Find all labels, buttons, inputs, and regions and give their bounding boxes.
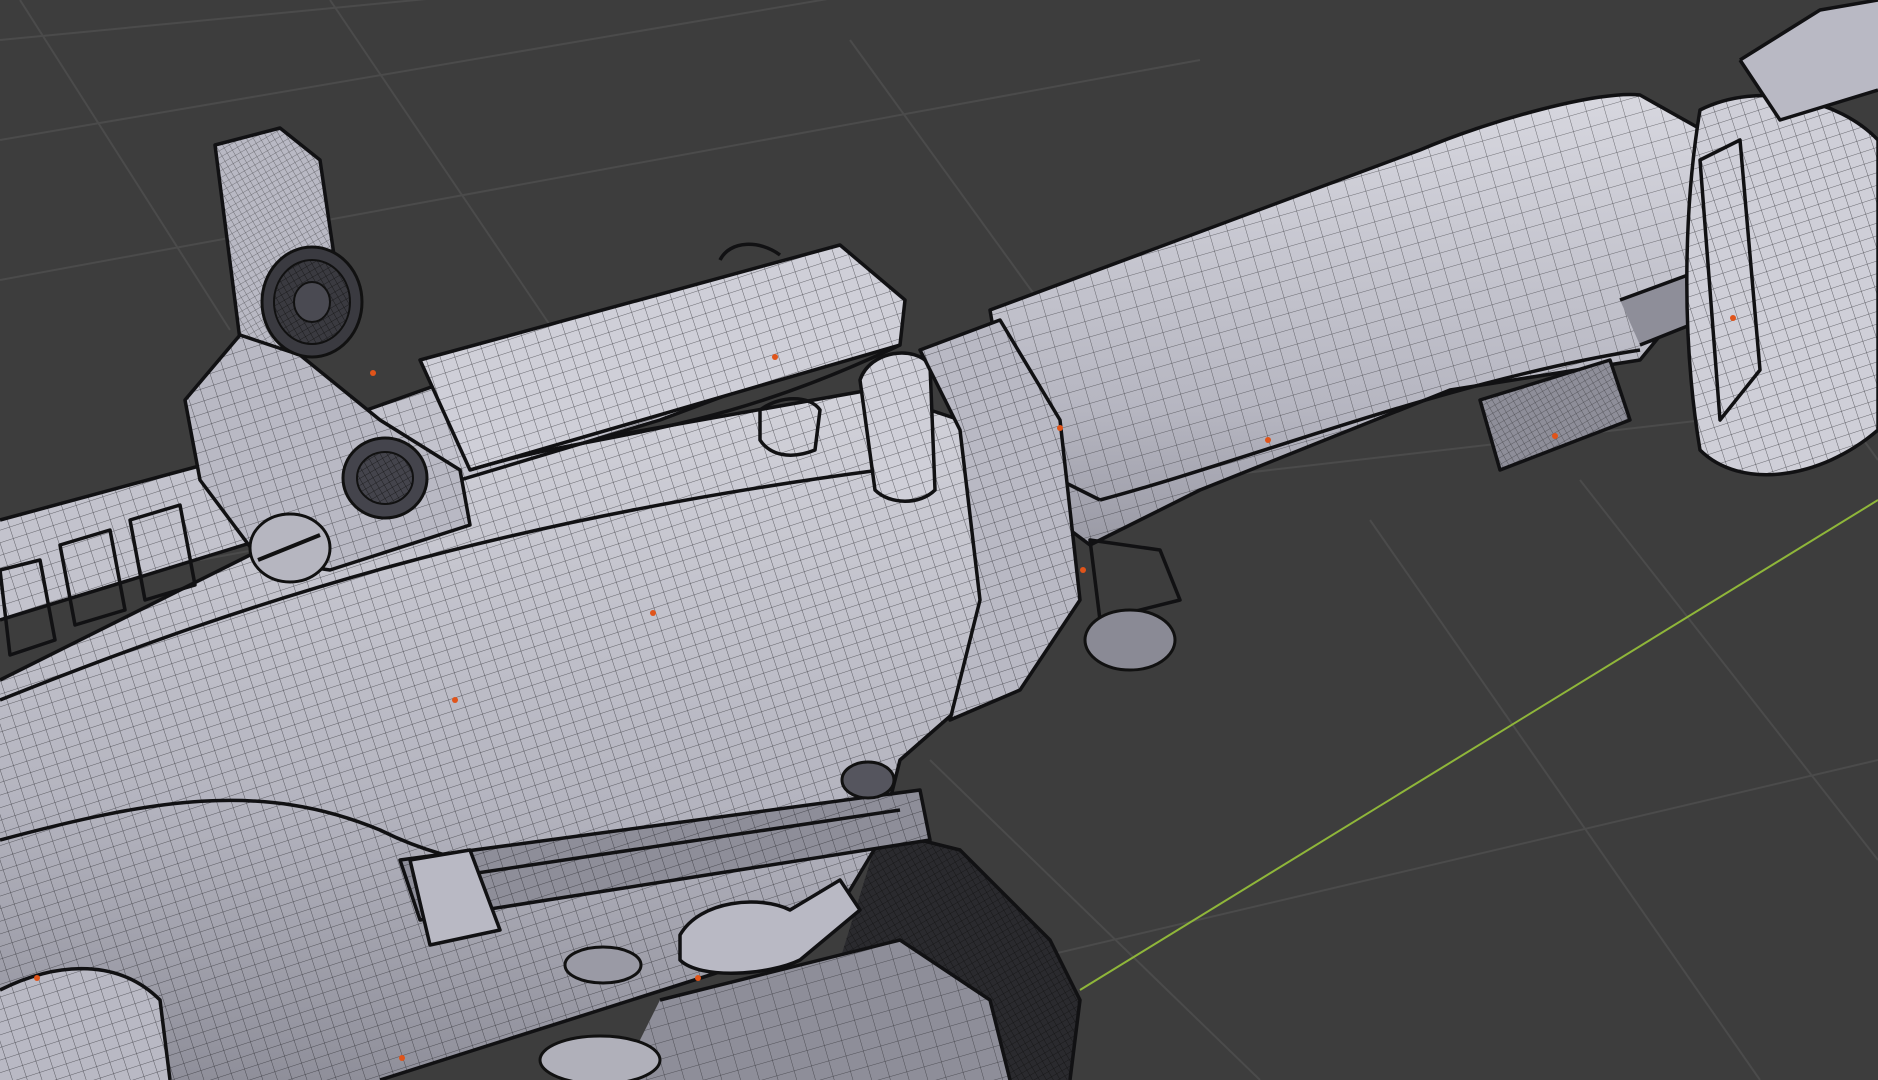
x-axis-line [1079,499,1878,991]
lower-receiver-front[interactable] [0,966,172,1080]
buttstock-body[interactable] [988,92,1732,547]
butt-pad[interactable] [1685,0,1878,477]
mag-release-button[interactable] [563,945,643,985]
viewport-canvas[interactable] [0,0,1878,1080]
pivot-pin[interactable] [840,760,896,800]
rear-sight[interactable] [183,126,472,584]
3d-viewport[interactable] [0,0,1878,1080]
